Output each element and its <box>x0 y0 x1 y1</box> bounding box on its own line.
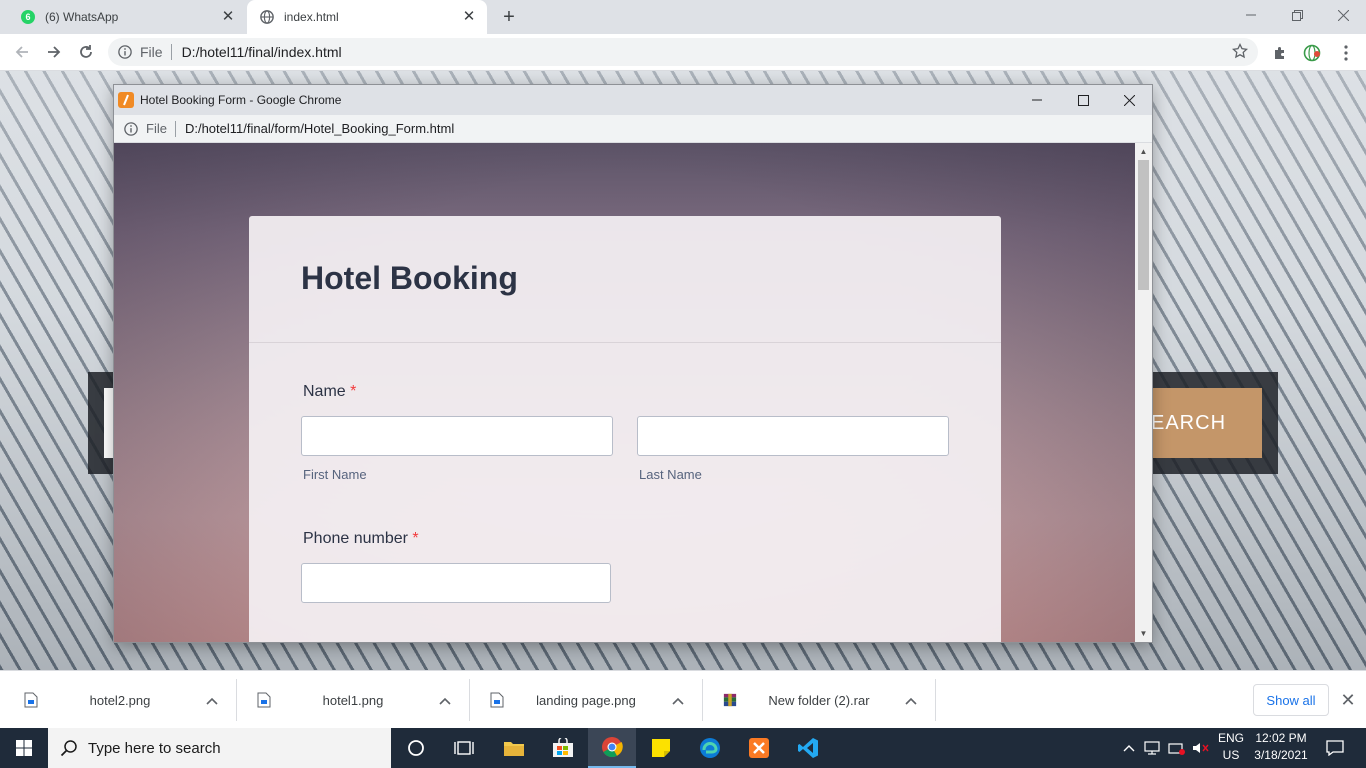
download-filename: landing page.png <box>536 692 636 708</box>
scrollbar-thumb[interactable] <box>1138 160 1149 290</box>
download-item[interactable]: hotel2.png <box>4 679 237 721</box>
hotel-booking-popup-window: Hotel Booking Form - Google Chrome File … <box>114 85 1152 642</box>
forward-arrow-icon[interactable] <box>42 40 66 64</box>
scroll-up-arrow-icon[interactable]: ▲ <box>1135 143 1152 160</box>
form-app-icon <box>118 92 134 108</box>
popup-close-icon[interactable] <box>1106 85 1152 115</box>
close-tab-icon[interactable]: ✕ <box>461 9 477 25</box>
show-all-button[interactable]: Show all <box>1253 684 1329 716</box>
hero-search-button[interactable]: EARCH <box>1143 388 1262 458</box>
form-heading: Hotel Booking <box>301 260 518 296</box>
tray-chevron-up-icon[interactable] <box>1118 728 1140 768</box>
chevron-up-icon[interactable] <box>202 693 222 708</box>
globe-icon <box>259 9 275 25</box>
booking-form-card: Hotel Booking Name * First Name Last Nam… <box>249 216 1001 642</box>
close-shelf-icon[interactable]: ✕ <box>1338 690 1358 710</box>
notification-icon[interactable] <box>1320 728 1350 768</box>
bookmark-star-icon[interactable] <box>1231 42 1249 62</box>
booking-form-page: Hotel Booking Name * First Name Last Nam… <box>114 143 1135 642</box>
volume-muted-icon[interactable] <box>1190 728 1212 768</box>
chevron-up-icon[interactable] <box>435 693 455 708</box>
restore-icon[interactable] <box>1274 0 1320 30</box>
address-bar[interactable]: File D:/hotel11/final/index.html <box>108 38 1258 66</box>
info-icon[interactable] <box>118 45 132 59</box>
required-marker: * <box>412 530 419 547</box>
cortana-circle-icon[interactable] <box>392 728 440 768</box>
first-name-input[interactable] <box>301 416 613 456</box>
required-marker: * <box>350 383 357 400</box>
last-name-sublabel: Last Name <box>639 467 702 482</box>
new-tab-button[interactable]: + <box>497 5 521 29</box>
url-scheme: File <box>140 44 172 60</box>
download-item[interactable]: hotel1.png <box>237 679 470 721</box>
divider <box>249 342 1001 343</box>
chrome-taskbar-icon[interactable] <box>588 728 636 768</box>
download-shelf: hotel2.png hotel1.png landing page.png N… <box>0 670 1366 728</box>
tab-index[interactable]: index.html ✕ <box>247 0 487 34</box>
browser-toolbar: File D:/hotel11/final/index.html <box>0 34 1366 71</box>
windows-start-icon[interactable] <box>0 728 48 768</box>
download-item[interactable]: New folder (2).rar <box>703 679 936 721</box>
chevron-up-icon[interactable] <box>668 693 688 708</box>
vscode-icon[interactable] <box>784 728 832 768</box>
name-label: Name * <box>303 383 357 400</box>
reload-icon[interactable] <box>74 40 98 64</box>
url-text: D:/hotel11/final/form/Hotel_Booking_Form… <box>184 121 455 136</box>
phone-label: Phone number * <box>303 530 419 547</box>
extensions-puzzle-icon[interactable] <box>1270 43 1290 63</box>
search-placeholder: Type here to search <box>88 739 221 757</box>
windows-taskbar: Type here to search ENG US 12:02 PM 3/18… <box>0 728 1366 768</box>
microsoft-store-icon[interactable] <box>539 728 587 768</box>
taskbar-search-box[interactable]: Type here to search <box>48 728 391 768</box>
scroll-down-arrow-icon[interactable]: ▼ <box>1135 625 1152 642</box>
popup-minimize-icon[interactable] <box>1014 85 1060 115</box>
menu-kebab-icon[interactable] <box>1336 43 1356 63</box>
url-text[interactable]: D:/hotel11/final/index.html <box>172 44 342 60</box>
tab-title: index.html <box>284 10 339 24</box>
battery-warning-icon[interactable] <box>1166 728 1188 768</box>
download-filename: New folder (2).rar <box>768 692 870 708</box>
network-icon[interactable] <box>1142 728 1164 768</box>
clock-time: 12:02 PM <box>1255 731 1307 745</box>
phone-input[interactable] <box>301 563 611 603</box>
back-arrow-icon[interactable] <box>10 40 34 64</box>
image-file-icon <box>24 692 38 708</box>
download-filename: hotel1.png <box>322 692 384 708</box>
sticky-notes-icon[interactable] <box>637 728 685 768</box>
extension-globe-icon[interactable] <box>1302 43 1322 63</box>
first-name-sublabel: First Name <box>303 467 367 482</box>
image-file-icon <box>257 692 271 708</box>
url-scheme: File <box>146 120 176 137</box>
edge-browser-icon[interactable] <box>686 728 734 768</box>
minimize-icon[interactable] <box>1228 0 1274 30</box>
close-window-icon[interactable] <box>1320 0 1366 30</box>
task-view-icon[interactable] <box>440 728 488 768</box>
image-file-icon <box>490 692 504 708</box>
info-icon[interactable] <box>124 121 138 136</box>
tab-title: (6) WhatsApp <box>45 10 119 24</box>
popup-scrollbar[interactable]: ▲ ▼ <box>1135 143 1152 642</box>
popup-title: Hotel Booking Form - Google Chrome <box>140 93 342 107</box>
popup-title-bar: Hotel Booking Form - Google Chrome <box>114 85 1152 115</box>
tab-strip: 6 (6) WhatsApp ✕ index.html ✕ + <box>0 0 1366 34</box>
download-item[interactable]: landing page.png <box>470 679 703 721</box>
last-name-input[interactable] <box>637 416 949 456</box>
archive-file-icon <box>723 693 737 707</box>
popup-address-bar[interactable]: File D:/hotel11/final/form/Hotel_Booking… <box>114 115 1152 143</box>
download-filename: hotel2.png <box>89 692 151 708</box>
system-clock[interactable]: 12:02 PM 3/18/2021 <box>1248 730 1314 766</box>
whatsapp-icon: 6 <box>20 9 36 25</box>
file-explorer-icon[interactable] <box>490 728 538 768</box>
chevron-up-icon[interactable] <box>901 693 921 708</box>
xampp-icon[interactable] <box>735 728 783 768</box>
search-icon <box>60 739 78 757</box>
close-tab-icon[interactable]: ✕ <box>220 9 236 25</box>
input-language[interactable]: ENG US <box>1214 730 1248 766</box>
tab-whatsapp[interactable]: 6 (6) WhatsApp ✕ <box>8 0 246 34</box>
popup-maximize-icon[interactable] <box>1060 85 1106 115</box>
clock-date: 3/18/2021 <box>1254 748 1308 762</box>
